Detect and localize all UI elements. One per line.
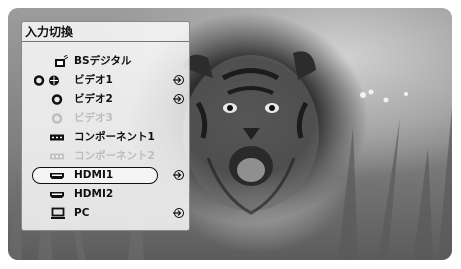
menu-item-label: BSデジタル	[74, 55, 132, 67]
menu-item-label: PC	[74, 207, 90, 219]
component1-icon	[49, 131, 65, 144]
hdmi2-icon	[49, 188, 65, 201]
component2-icon	[49, 150, 65, 163]
menu-item-component2: コンポーネント2	[22, 147, 189, 166]
menu-title: 入力切換	[22, 22, 189, 42]
pc-icon	[51, 207, 65, 220]
bs-digital-icon	[54, 54, 69, 68]
menu-item-component1[interactable]: コンポーネント1	[22, 128, 189, 147]
video1-icon	[33, 74, 64, 87]
menu-item-label: コンポーネント1	[74, 131, 155, 143]
video2-icon	[51, 93, 63, 106]
menu-item-label: ビデオ2	[74, 93, 113, 105]
input-arrow-icon	[173, 94, 184, 104]
menu-item-label: HDMI1	[74, 169, 114, 181]
menu-item-label: コンポーネント2	[74, 150, 155, 162]
menu-item-video2[interactable]: ビデオ2	[22, 90, 189, 109]
input-arrow-icon	[173, 170, 184, 180]
menu-item-label: ビデオ3	[74, 112, 113, 124]
menu-item-bs-digital[interactable]: BSデジタル	[22, 52, 189, 71]
menu-item-hdmi2[interactable]: HDMI2	[22, 185, 189, 204]
input-arrow-icon	[173, 75, 184, 85]
menu-item-label: ビデオ1	[74, 74, 113, 86]
menu-item-video3: ビデオ3	[22, 109, 189, 128]
input-switch-menu: 入力切換 BSデジタル ビデオ1 ビデオ2 ビデオ3 コンポーネント1 コンポー…	[21, 21, 190, 231]
video3-icon	[51, 112, 63, 125]
menu-item-video1[interactable]: ビデオ1	[22, 71, 189, 90]
hdmi1-icon	[49, 169, 65, 182]
menu-item-label: HDMI2	[74, 188, 114, 200]
menu-item-pc[interactable]: PC	[22, 204, 189, 223]
input-arrow-icon	[173, 208, 184, 218]
menu-item-hdmi1[interactable]: HDMI1	[22, 166, 189, 185]
